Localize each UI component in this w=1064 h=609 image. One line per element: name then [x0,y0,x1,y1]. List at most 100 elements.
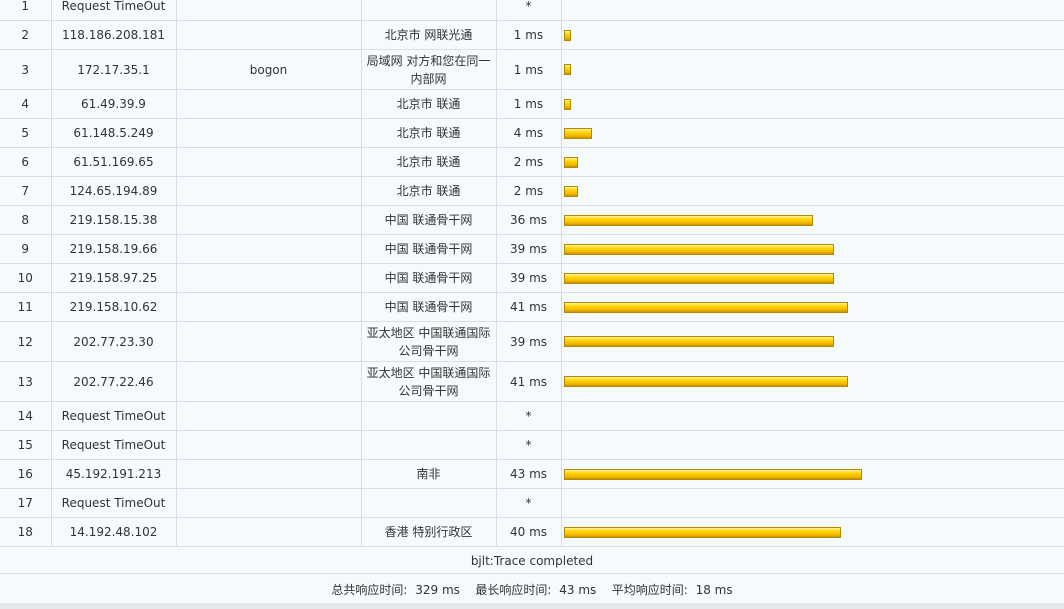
total-time-value: 329 ms [415,583,460,597]
hop-location: 中国 联通骨干网 [361,205,497,235]
hop-latency-bar-cell [561,292,1064,322]
hop-time: * [496,488,562,518]
hop-latency-bar-cell [561,118,1064,148]
hop-number: 18 [0,517,52,547]
hop-number: 10 [0,263,52,293]
latency-bar [563,468,862,480]
hop-latency-bar-cell [561,147,1064,177]
trace-row: 14 Request TimeOut * [0,401,1064,431]
hop-time: 1 ms [496,20,562,50]
hop-host [176,147,362,177]
latency-bar [563,214,813,226]
hop-host [176,20,362,50]
trace-row: 3 172.17.35.1 bogon 局域网 对方和您在同一内部网 1 ms [0,49,1064,90]
hop-time: 1 ms [496,49,562,90]
hop-ip: 61.148.5.249 [51,118,177,148]
latency-bar [563,336,834,347]
hop-location: 北京市 联通 [361,89,497,119]
max-time-value: 43 ms [559,583,597,597]
hop-host [176,488,362,518]
hop-ip: 61.49.39.9 [51,89,177,119]
hop-host [176,459,362,489]
hop-host [176,176,362,206]
trace-row: 7 124.65.194.89 北京市 联通 2 ms [0,176,1064,206]
hop-ip: 202.77.22.46 [51,361,177,402]
hop-number: 8 [0,205,52,235]
hop-location: 北京市 联通 [361,118,497,148]
hop-host [176,361,362,402]
trace-row: 2 118.186.208.181 北京市 网联光通 1 ms [0,20,1064,50]
hop-time: 36 ms [496,205,562,235]
hop-latency-bar-cell [561,20,1064,50]
trace-row: 16 45.192.191.213 南非 43 ms [0,459,1064,489]
hop-host [176,118,362,148]
hop-time: 41 ms [496,292,562,322]
hop-number: 15 [0,430,52,460]
trace-row: 12 202.77.23.30 亚太地区 中国联通国际公司骨干网 39 ms [0,321,1064,362]
hop-host [176,89,362,119]
latency-bar [563,243,834,255]
hop-ip: 219.158.97.25 [51,263,177,293]
hop-time: 2 ms [496,176,562,206]
hop-time: 41 ms [496,361,562,402]
hop-host [176,292,362,322]
hop-location [361,430,497,460]
latency-bar [563,301,848,313]
hop-latency-bar-cell [561,0,1064,21]
total-time-label: 总共响应时间: [331,583,408,597]
hop-time: * [496,0,562,21]
bottom-strip [0,603,1064,609]
hop-latency-bar-cell [561,517,1064,547]
trace-status: bjlt:Trace completed [0,545,1064,574]
trace-row: 11 219.158.10.62 中国 联通骨干网 41 ms [0,292,1064,322]
hop-time: 1 ms [496,89,562,119]
hop-latency-bar-cell [561,263,1064,293]
trace-row: 10 219.158.97.25 中国 联通骨干网 39 ms [0,263,1064,293]
hop-ip: 14.192.48.102 [51,517,177,547]
latency-bar [563,29,571,41]
trace-row: 9 219.158.19.66 中国 联通骨干网 39 ms [0,234,1064,264]
latency-bar [563,376,848,387]
hop-number: 17 [0,488,52,518]
latency-bar [563,272,834,284]
hop-location: 北京市 联通 [361,176,497,206]
response-time-summary: 总共响应时间: 329 ms 最长响应时间: 43 ms 平均响应时间: 18 … [0,574,1064,602]
hop-host: bogon [176,49,362,90]
hop-ip: Request TimeOut [51,0,177,21]
hop-ip: 172.17.35.1 [51,49,177,90]
hop-ip: 45.192.191.213 [51,459,177,489]
hop-latency-bar-cell [561,89,1064,119]
latency-bar [563,127,592,139]
hop-time: * [496,401,562,431]
hop-ip: Request TimeOut [51,401,177,431]
hop-ip: 219.158.15.38 [51,205,177,235]
trace-table: 1 Request TimeOut * 2 118.186.208.181 北京市 网联光… [0,0,1064,547]
hop-number: 9 [0,234,52,264]
hop-ip: Request TimeOut [51,430,177,460]
trace-result-panel: 1 Request TimeOut * 2 118.186.208.181 北京市 网联光… [0,0,1064,609]
hop-location [361,488,497,518]
hop-location: 中国 联通骨干网 [361,234,497,264]
trace-row: 6 61.51.169.65 北京市 联通 2 ms [0,147,1064,177]
hop-location [361,0,497,21]
latency-bar [563,185,578,197]
latency-bar [563,64,571,75]
hop-time: 39 ms [496,263,562,293]
hop-host [176,263,362,293]
trace-row: 1 Request TimeOut * [0,0,1064,21]
hop-latency-bar-cell [561,321,1064,362]
hop-number: 16 [0,459,52,489]
trace-row: 4 61.49.39.9 北京市 联通 1 ms [0,89,1064,119]
hop-number: 2 [0,20,52,50]
hop-location: 南非 [361,459,497,489]
hop-number: 11 [0,292,52,322]
hop-location [361,401,497,431]
hop-location: 亚太地区 中国联通国际公司骨干网 [361,361,497,402]
latency-bar [563,156,578,168]
trace-row: 17 Request TimeOut * [0,488,1064,518]
hop-latency-bar-cell [561,459,1064,489]
hop-ip: 219.158.10.62 [51,292,177,322]
hop-ip: Request TimeOut [51,488,177,518]
hop-host [176,234,362,264]
trace-row: 5 61.148.5.249 北京市 联通 4 ms [0,118,1064,148]
